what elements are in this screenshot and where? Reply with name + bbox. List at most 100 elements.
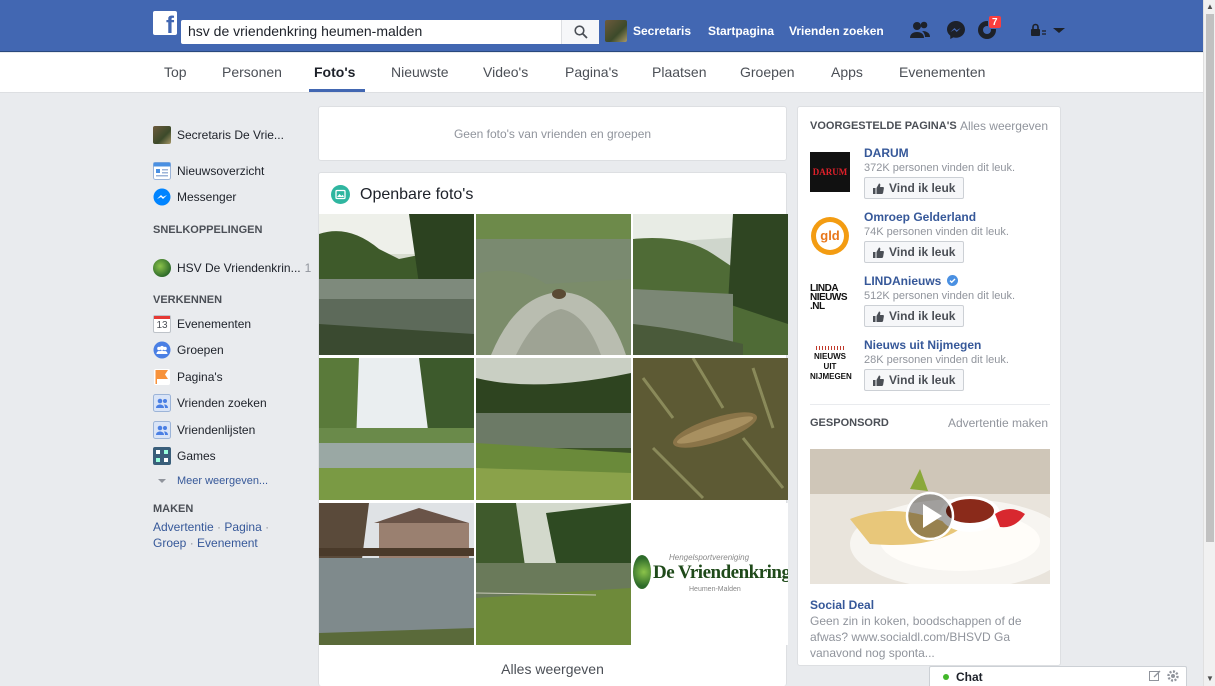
- sidebar-item-messenger[interactable]: Messenger: [153, 187, 236, 207]
- sidebar-item-label: Groepen: [177, 343, 224, 357]
- facebook-logo-icon[interactable]: f: [153, 11, 177, 38]
- page-name-link[interactable]: Nieuws uit Nijmegen: [864, 338, 981, 352]
- see-more-link[interactable]: Meer weergeven...: [153, 471, 268, 491]
- avatar: [153, 126, 171, 144]
- like-page-button[interactable]: Vind ik leuk: [864, 241, 965, 263]
- page-name-link[interactable]: DARUM: [864, 146, 909, 160]
- like-page-button[interactable]: Vind ik leuk: [864, 369, 965, 391]
- photo-thumbnail[interactable]: [476, 358, 631, 500]
- find-friends-icon: [153, 394, 171, 412]
- create-page-link[interactable]: Pagina: [224, 520, 261, 534]
- profile-avatar[interactable]: [605, 20, 627, 42]
- active-tab-indicator: [309, 89, 365, 92]
- like-page-button[interactable]: Vind ik leuk: [864, 177, 965, 199]
- photo-thumbnail[interactable]: [633, 358, 788, 500]
- sidebar-item-pages[interactable]: Pagina's: [153, 367, 223, 387]
- scroll-up-arrow-icon[interactable]: ▲: [1206, 2, 1214, 11]
- photo-thumbnail[interactable]: [319, 358, 474, 500]
- page-likes-count: 372K personen vinden dit leuk.: [864, 162, 1016, 174]
- tab-photos[interactable]: Foto's: [314, 64, 355, 80]
- search-field[interactable]: hsv de vriendenkring heumen-malden: [181, 20, 599, 44]
- gear-icon[interactable]: [1166, 669, 1180, 683]
- scrollbar-thumb[interactable]: [1206, 14, 1214, 542]
- scroll-down-arrow-icon[interactable]: ▼: [1206, 674, 1214, 683]
- account-menu-chevron-down-icon[interactable]: [1047, 18, 1071, 42]
- notification-count-badge: 7: [988, 15, 1002, 29]
- nijmegen-logo-text: NIEUWS UIT NIJMEGEN: [810, 352, 852, 381]
- sidebar-item-events[interactable]: 13 Evenementen: [153, 314, 251, 334]
- profile-link[interactable]: Secretaris: [633, 24, 691, 38]
- friend-requests-icon[interactable]: [908, 18, 932, 42]
- create-ad-link[interactable]: Advertentie maken: [948, 416, 1048, 430]
- tab-places[interactable]: Plaatsen: [652, 64, 706, 80]
- messenger-icon: [153, 188, 171, 206]
- find-friends-link[interactable]: Vrienden zoeken: [789, 24, 884, 38]
- no-friend-photos-message: Geen foto's van vrienden en groepen: [453, 127, 652, 141]
- sidebar-item-label: Vriendenlijsten: [177, 423, 256, 437]
- sidebar-item-profile[interactable]: Secretaris De Vrie...: [153, 125, 284, 145]
- suggested-pages-heading: VOORGESTELDE PAGINA'S: [810, 120, 957, 132]
- sidebar-item-hsv-group[interactable]: HSV De Vriendenkrin... 1: [153, 258, 311, 278]
- suggested-page-item: DARUM DARUM 372K personen vinden dit leu…: [810, 146, 1050, 202]
- ad-description: Geen zin in koken, boodschappen of de af…: [810, 614, 1022, 660]
- create-links: Advertentie · Pagina · Groep · Evenement: [153, 520, 270, 550]
- nijmegen-news-logo[interactable]: NIEUWS UIT NIJMEGEN: [810, 344, 852, 384]
- tab-events[interactable]: Evenementen: [899, 64, 985, 80]
- thumbs-up-icon: [873, 375, 884, 386]
- online-status-icon: [943, 674, 949, 680]
- club-logo-tile[interactable]: Hengelsportvereniging De Vriendenkring H…: [633, 503, 788, 645]
- suggested-see-all-link[interactable]: Alles weergeven: [960, 119, 1048, 133]
- public-photos-card: Openbare foto's Hengelsportvereniging De…: [318, 172, 788, 686]
- sidebar-item-find-friends[interactable]: Vrienden zoeken: [153, 393, 267, 413]
- like-page-button[interactable]: Vind ik leuk: [864, 305, 965, 327]
- darum-logo[interactable]: DARUM: [810, 152, 850, 192]
- sidebar-item-groups[interactable]: Groepen: [153, 340, 224, 360]
- public-photos-title: Openbare foto's: [360, 185, 474, 203]
- tab-videos[interactable]: Video's: [483, 64, 528, 80]
- see-all-photos-link[interactable]: Alles weergeven: [319, 661, 786, 677]
- photo-thumbnail[interactable]: [476, 214, 631, 355]
- page-scrollbar[interactable]: ▲ ▼: [1203, 0, 1215, 686]
- photo-thumbnail[interactable]: [476, 503, 631, 645]
- sidebar-item-label: Vrienden zoeken: [177, 396, 267, 410]
- sidebar-item-news-feed[interactable]: Nieuwsoverzicht: [153, 161, 264, 181]
- create-group-link[interactable]: Groep: [153, 536, 186, 550]
- verified-badge-icon: [946, 275, 958, 286]
- shortcut-count: 1: [304, 261, 312, 275]
- sidebar-item-friend-lists[interactable]: Vriendenlijsten: [153, 420, 255, 440]
- chat-bar[interactable]: Chat: [929, 666, 1187, 686]
- like-button-label: Vind ik leuk: [889, 181, 956, 195]
- messages-icon[interactable]: [944, 18, 968, 42]
- gld-logo[interactable]: gld: [810, 216, 850, 256]
- shortcuts-heading: SNELKOPPELINGEN: [153, 224, 263, 236]
- ad-title-link[interactable]: Social Deal: [810, 598, 874, 612]
- photo-thumbnail[interactable]: [319, 503, 474, 645]
- sidebar-item-label: Games: [177, 449, 216, 463]
- search-button[interactable]: [561, 20, 599, 44]
- like-button-label: Vind ik leuk: [889, 309, 956, 323]
- sidebar-item-games[interactable]: Games: [153, 446, 216, 466]
- home-link[interactable]: Startpagina: [708, 24, 774, 38]
- photo-thumbnail[interactable]: [319, 214, 474, 355]
- tab-people[interactable]: Personen: [222, 64, 282, 80]
- see-more-label: Meer weergeven...: [177, 475, 269, 487]
- suggested-page-item: NIEUWS UIT NIJMEGEN Nieuws uit Nijmegen …: [810, 338, 1050, 394]
- tab-groups[interactable]: Groepen: [740, 64, 794, 80]
- photo-thumbnail[interactable]: [633, 214, 788, 355]
- tab-latest[interactable]: Nieuwste: [391, 64, 449, 80]
- create-ad-link[interactable]: Advertentie: [153, 520, 214, 534]
- compose-message-icon[interactable]: [1149, 670, 1161, 682]
- page-name-link[interactable]: LINDAnieuws: [864, 274, 958, 288]
- tab-pages[interactable]: Pagina's: [565, 64, 618, 80]
- linda-logo[interactable]: LINDA NIEUWS .NL: [810, 280, 850, 320]
- ad-video-thumbnail[interactable]: [810, 449, 1050, 584]
- search-input[interactable]: hsv de vriendenkring heumen-malden: [181, 20, 555, 44]
- sidebar-item-label: Secretaris De Vrie...: [177, 128, 284, 142]
- public-photos-header: Openbare foto's: [331, 185, 473, 204]
- sidebar-item-label: Nieuwsoverzicht: [177, 164, 265, 178]
- create-event-link[interactable]: Evenement: [197, 536, 258, 550]
- search-result-tabs: Top Personen Foto's Nieuwste Video's Pag…: [0, 53, 1203, 93]
- tab-top[interactable]: Top: [164, 64, 187, 80]
- page-name-link[interactable]: Omroep Gelderland: [864, 210, 976, 224]
- tab-apps[interactable]: Apps: [831, 64, 863, 80]
